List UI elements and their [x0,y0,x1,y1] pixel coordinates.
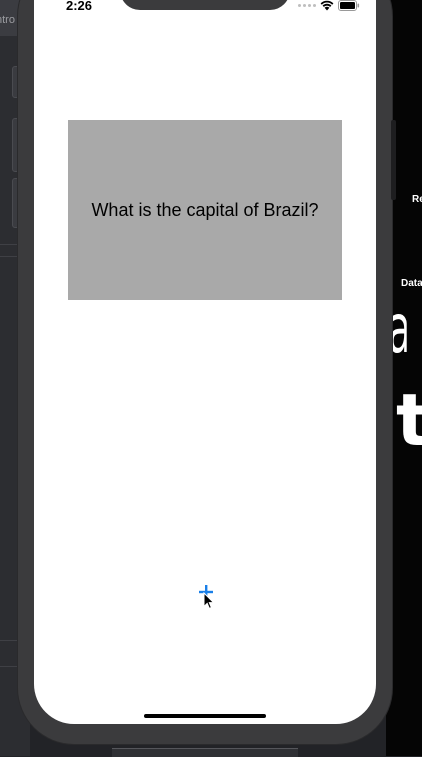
phone-side-button [391,120,396,200]
background-label: Data [401,278,422,289]
question-text: What is the capital of Brazil? [91,199,319,220]
home-indicator [144,714,266,718]
mouse-pointer-icon [203,591,215,615]
background-large-text: t [396,384,422,454]
background-label: Re [412,194,422,205]
battery-icon [338,0,360,11]
notch [120,0,290,10]
wifi-icon [320,0,334,11]
question-card[interactable]: What is the capital of Brazil? [68,120,342,300]
status-icons [298,0,360,11]
signal-dots [298,3,316,7]
status-time: 2:26 [66,0,93,13]
phone-screen: 2:26 What is the capital of Brazil? [34,0,376,724]
